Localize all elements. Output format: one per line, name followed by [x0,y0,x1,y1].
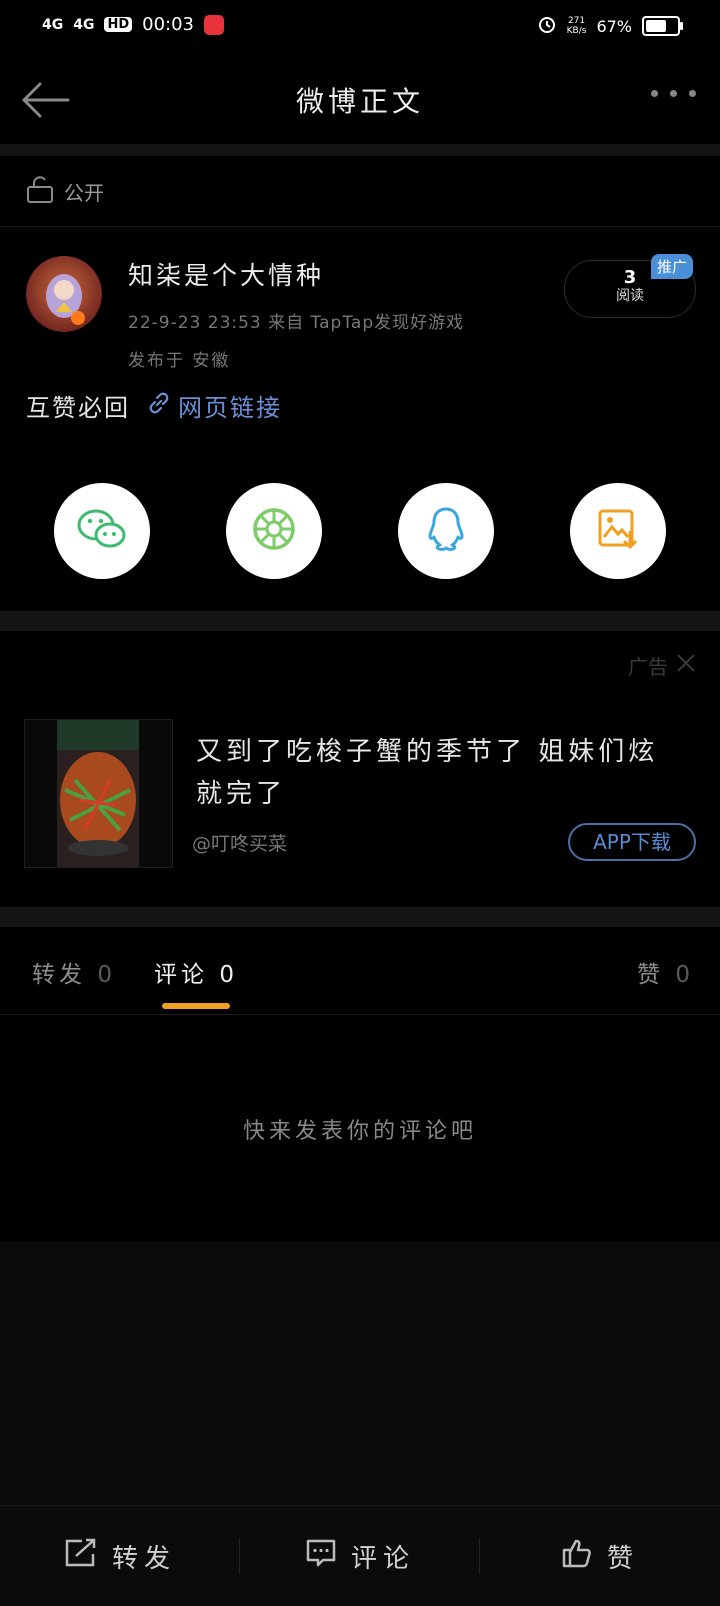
active-tab-indicator [162,1003,230,1009]
tab-comment-label: 评论 [154,962,208,988]
divider [0,226,720,227]
battery-icon [642,16,683,36]
tab-like[interactable]: 赞 0 [637,955,694,989]
share-qq-button[interactable] [398,483,494,579]
post-date-source: 22-9-23 23:53 来自 TapTap发现好游戏 [128,313,465,333]
ad-source: @叮咚买菜 [192,833,288,855]
clock: 00:03 [142,14,195,35]
save-image-icon [596,507,640,555]
top-nav: 微博正文 [0,56,720,144]
section-gap [0,611,720,631]
tab-repost-label: 转发 [32,962,86,988]
section-gap [0,144,720,156]
network-speed: 271 KB/s [567,16,587,36]
visibility-indicator: 公开 [26,174,104,209]
web-link-label: 网页链接 [178,394,282,422]
moments-icon [251,506,297,556]
visibility-label: 公开 [64,181,104,205]
save-image-button[interactable] [570,483,666,579]
battery-fill [646,20,667,32]
tab-comment[interactable]: 评论 0 [154,955,238,989]
tab-like-label: 赞 [637,962,665,988]
section-gap [0,907,720,927]
repost-button[interactable]: 转发 [0,1506,240,1606]
comment-label: 评论 [350,1543,415,1574]
battery-percent: 67% [596,16,632,36]
post-card: 公开 知柒是个大情种 22-9-23 23:53 来自 TapTap发现好游戏 … [0,156,720,611]
status-bar: 4G 4G HD 00:03 271 KB/s 67% [0,0,720,56]
ad-card[interactable]: 广告 又到了吃梭子蟹的季节了 姐妹们炫就完了 @叮咚买菜 APP下载 [0,631,720,907]
app-download-button[interactable]: APP下载 [568,823,696,861]
unlock-icon [26,174,54,209]
share-wechat-button[interactable] [54,483,150,579]
link-icon [146,390,172,422]
web-link[interactable]: 网页链接 [146,388,282,423]
share-arrow-icon [64,1538,98,1575]
tab-like-count: 0 [675,962,694,988]
comment-icon [305,1538,337,1575]
promote-badge[interactable]: 推广 [651,254,694,279]
thumbs-up-icon [561,1538,593,1575]
tab-comment-count: 0 [219,962,238,988]
share-moments-button[interactable] [226,483,322,579]
username[interactable]: 知柒是个大情种 [128,256,324,292]
comment-button[interactable]: 评论 [240,1506,480,1606]
page-title: 微博正文 [295,85,424,118]
qq-icon [426,506,466,556]
interaction-tabs: 转发 0 评论 0 赞 0 [0,927,720,1015]
repost-label: 转发 [111,1543,176,1574]
tab-repost-count: 0 [97,962,116,988]
bottom-action-bar: 转发 评论 赞 [0,1505,720,1606]
signal-indicator-1: 4G [42,16,64,33]
ad-title[interactable]: 又到了吃梭子蟹的季节了 姐妹们炫就完了 [196,731,676,815]
hd-badge: HD [104,17,133,32]
avatar[interactable] [26,256,102,332]
app-notification-icon [204,14,225,35]
wechat-icon [76,507,128,555]
post-text: 互赞必回 [26,394,130,422]
like-label: 赞 [606,1543,639,1574]
alarm-icon [537,14,557,38]
ad-thumbnail[interactable] [24,719,173,868]
like-button[interactable]: 赞 [480,1506,720,1606]
empty-comments-text: 快来发表你的评论吧 [242,1119,477,1144]
ad-label-text: 广告 [628,655,668,679]
comments-empty-state: 快来发表你的评论吧 [0,1015,720,1241]
close-icon[interactable] [676,653,696,678]
network-speed-unit: KB/s [566,26,587,36]
network-speed-value: 271 [567,16,586,26]
read-label: 阅读 [616,288,644,304]
signal-indicator-2: 4G [73,16,95,33]
post-body: 互赞必回 网页链接 [26,388,282,423]
ad-label: 广告 [628,651,696,680]
more-options-icon[interactable] [651,90,696,97]
post-location: 发布于 安徽 [128,351,231,371]
tab-repost[interactable]: 转发 0 [32,955,116,989]
